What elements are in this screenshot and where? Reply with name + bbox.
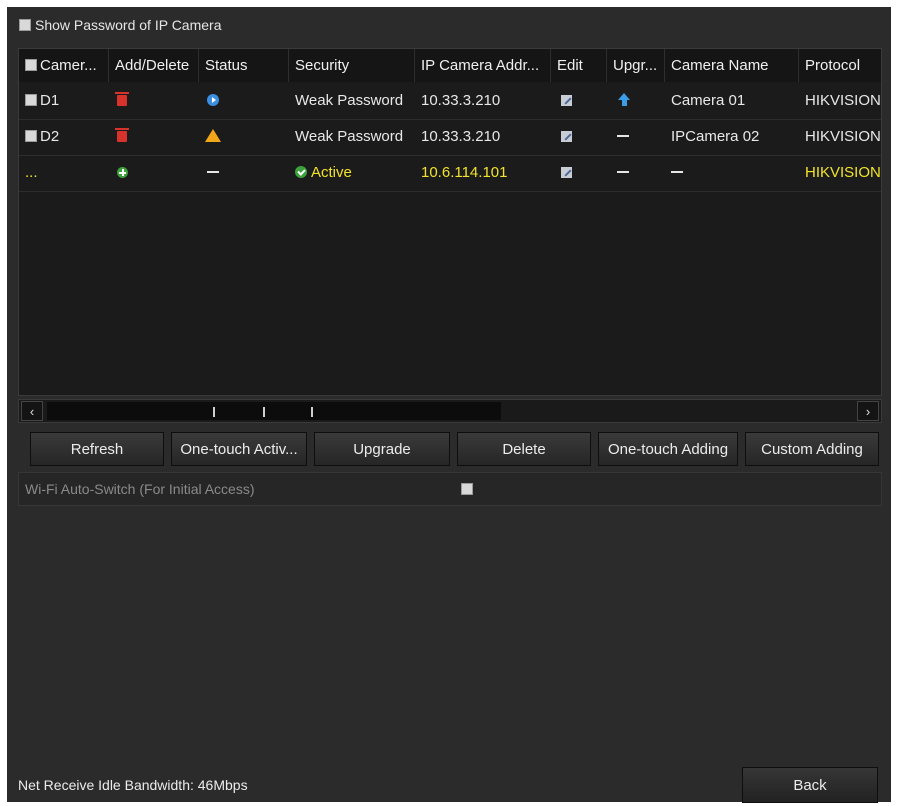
dash-icon [671, 171, 683, 173]
back-button[interactable]: Back [742, 767, 878, 803]
ip-address-cell: 10.6.114.101 [421, 164, 508, 181]
edit-icon[interactable] [561, 95, 572, 106]
camera-cell: ... [25, 164, 38, 181]
scroll-grip [311, 407, 313, 417]
column-header-security[interactable]: Security [289, 49, 415, 82]
dash-icon [207, 171, 219, 173]
wifi-auto-switch-checkbox[interactable] [461, 483, 473, 495]
upgrade-icon[interactable] [617, 93, 631, 107]
ip-address-cell: 10.33.3.210 [421, 128, 501, 145]
show-password-checkbox[interactable] [19, 19, 31, 31]
add-delete-cell [109, 83, 199, 119]
refresh-button[interactable]: Refresh [30, 432, 164, 466]
column-header-protocol[interactable]: Protocol [799, 49, 881, 82]
column-header-camera[interactable]: Camer... [19, 49, 109, 82]
table-row[interactable]: D2 Weak Password 10.33.3.210 IPCamera 02… [19, 119, 881, 156]
security-cell: Weak Password [295, 92, 404, 109]
status-cell [199, 119, 289, 155]
add-delete-cell [109, 119, 199, 155]
ip-address-cell: 10.33.3.210 [421, 92, 501, 109]
security-cell: Weak Password [295, 128, 404, 145]
scroll-thumb[interactable] [47, 402, 501, 420]
camera-cell: D2 [19, 119, 109, 155]
show-password-label: Show Password of IP Camera [35, 17, 222, 33]
custom-adding-button[interactable]: Custom Adding [745, 432, 879, 466]
check-icon [295, 166, 307, 178]
upgrade-cell [607, 155, 665, 191]
scroll-grip [213, 407, 215, 417]
upgrade-button[interactable]: Upgrade [314, 432, 450, 466]
camera-table: Camer... Add/Delete Status Security IP C… [18, 48, 882, 396]
delete-icon[interactable] [115, 92, 129, 106]
column-header-camera-name[interactable]: Camera Name [665, 49, 799, 82]
edit-cell [551, 83, 607, 119]
play-icon[interactable] [207, 94, 219, 106]
protocol-cell: HIKVISION [805, 92, 881, 109]
scroll-right-button[interactable]: › [857, 401, 879, 421]
wifi-auto-switch-row: Wi-Fi Auto-Switch (For Initial Access) [18, 472, 882, 506]
table-header: Camer... Add/Delete Status Security IP C… [19, 49, 881, 82]
column-header-upgrade[interactable]: Upgr... [607, 49, 665, 82]
warning-icon [205, 129, 221, 142]
security-cell: Active [289, 155, 415, 191]
horizontal-scrollbar[interactable]: ‹ › [18, 399, 882, 423]
status-cell [199, 155, 289, 191]
table-row[interactable]: ... Active 10.6.114.101 HIKVISION [19, 155, 881, 192]
column-header-status[interactable]: Status [199, 49, 289, 82]
one-touch-adding-button[interactable]: One-touch Adding [598, 432, 738, 466]
one-touch-activate-button[interactable]: One-touch Activ... [171, 432, 307, 466]
select-all-checkbox[interactable] [25, 59, 37, 71]
delete-icon[interactable] [115, 128, 129, 142]
add-delete-cell [109, 155, 199, 191]
column-header-edit[interactable]: Edit [551, 49, 607, 82]
column-header-add-delete[interactable]: Add/Delete [109, 49, 199, 82]
dash-icon [617, 135, 629, 137]
show-password-toggle[interactable]: Show Password of IP Camera [19, 17, 222, 33]
upgrade-cell [607, 119, 665, 155]
camera-name-cell [665, 155, 799, 191]
dash-icon [617, 171, 629, 173]
camera-name-cell: Camera 01 [671, 92, 746, 109]
protocol-cell: HIKVISION [805, 128, 881, 145]
edit-cell [551, 119, 607, 155]
edit-cell [551, 155, 607, 191]
scroll-grip [263, 407, 265, 417]
row-checkbox[interactable] [25, 130, 37, 142]
protocol-cell: HIKVISION [805, 164, 881, 181]
wifi-auto-switch-label: Wi-Fi Auto-Switch (For Initial Access) [25, 481, 255, 497]
ip-camera-management-panel: Show Password of IP Camera Camer... Add/… [7, 7, 891, 803]
bandwidth-status: Net Receive Idle Bandwidth: 46Mbps [18, 777, 248, 793]
delete-button[interactable]: Delete [457, 432, 591, 466]
camera-cell: D1 [19, 83, 109, 119]
status-cell [199, 83, 289, 119]
column-header-ip-address[interactable]: IP Camera Addr... [415, 49, 551, 82]
row-checkbox[interactable] [25, 94, 37, 106]
add-icon[interactable] [117, 167, 128, 178]
action-button-bar: Refresh One-touch Activ... Upgrade Delet… [18, 432, 882, 468]
edit-icon[interactable] [561, 131, 572, 142]
upgrade-cell [607, 83, 665, 119]
camera-name-cell: IPCamera 02 [671, 128, 760, 145]
table-row[interactable]: D1 Weak Password 10.33.3.210 Camera 01 H… [19, 83, 881, 120]
edit-icon[interactable] [561, 167, 572, 178]
scroll-left-button[interactable]: ‹ [21, 401, 43, 421]
